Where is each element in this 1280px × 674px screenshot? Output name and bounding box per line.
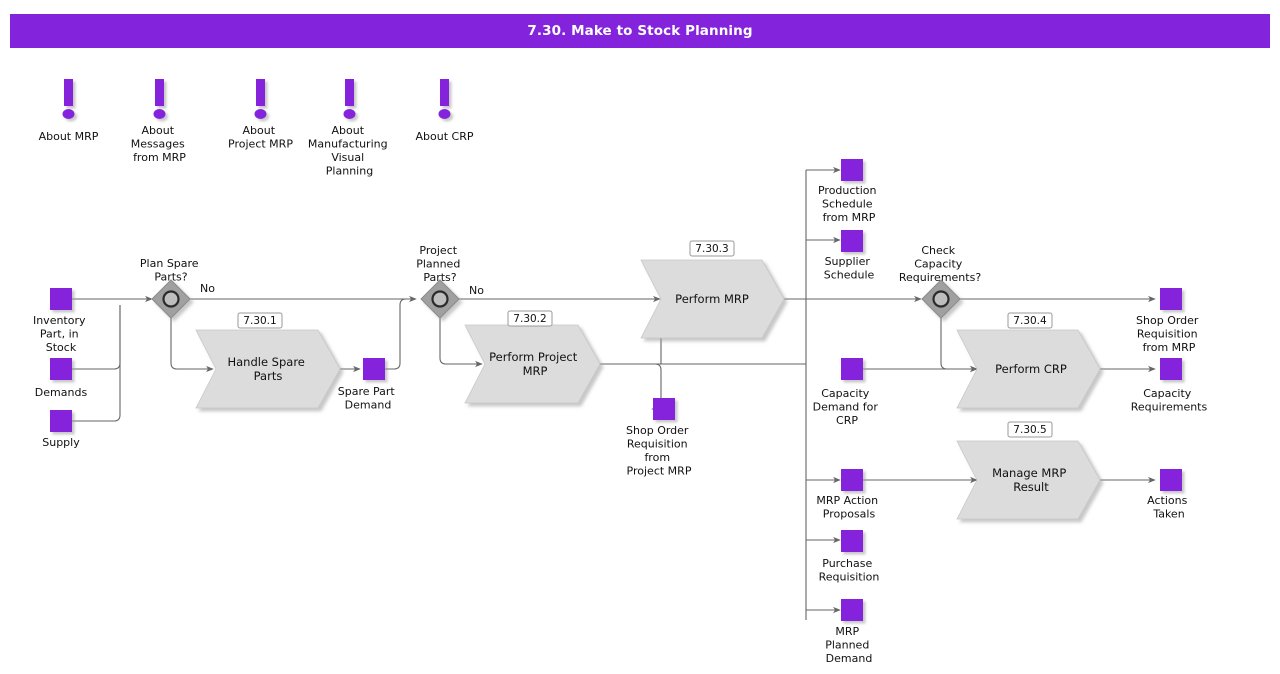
artifact-label: Production Schedule from MRP	[818, 184, 880, 224]
artifact-label: Inventory Part, in Stock	[33, 314, 89, 354]
info-link-about-manufacturing-visual-planning[interactable]: About Manufacturing Visual Planning	[308, 79, 391, 178]
artifact-label: Capacity Demand for CRP	[813, 387, 882, 427]
flowchart-canvas: About MRP About Messages from MRP About …	[33, 79, 1208, 665]
artifact-actions-taken[interactable]: Actions Taken	[1147, 469, 1191, 521]
process-number: 7.30.2	[513, 313, 546, 325]
process-number: 7.30.5	[1013, 424, 1046, 436]
decision-plan-spare-parts[interactable]: Plan Spare Parts? No	[140, 257, 215, 319]
artifact-capacity-requirements[interactable]: Capacity Requirements	[1131, 358, 1208, 414]
process-label: Perform MRP	[675, 292, 749, 306]
artifact-label: Supply	[42, 436, 80, 449]
decision-project-planned-parts[interactable]: Project Planned Parts? No	[416, 244, 484, 319]
exclamation-icon	[438, 79, 451, 119]
process-handle-spare-parts[interactable]: Handle Spare Parts 7.30.1	[195, 312, 341, 409]
info-link-about-project-mrp[interactable]: About Project MRP	[228, 79, 293, 151]
exclamation-icon	[153, 79, 166, 119]
info-link-label: About CRP	[416, 130, 474, 143]
artifact-mrp-action-proposals[interactable]: MRP Action Proposals	[816, 469, 881, 521]
process-label: Perform CRP	[995, 362, 1067, 376]
artifact-supplier-schedule[interactable]: Supplier Schedule	[824, 230, 875, 282]
process-number: 7.30.4	[1013, 315, 1047, 327]
artifact-capacity-demand-for-crp[interactable]: Capacity Demand for CRP	[813, 358, 882, 427]
info-links-row: About MRP About Messages from MRP About …	[39, 79, 474, 178]
artifact-label: Spare Part Demand	[338, 385, 398, 412]
info-link-about-mrp[interactable]: About MRP	[39, 79, 99, 143]
artifact-label: Purchase Requisition	[819, 557, 880, 584]
artifact-shop-order-requisition-from-project-mrp[interactable]: Shop Order Requisition from Project MRP	[626, 398, 692, 478]
artifact-label: Actions Taken	[1147, 494, 1191, 521]
info-link-about-crp[interactable]: About CRP	[416, 79, 474, 143]
exclamation-icon	[62, 79, 75, 119]
artifact-label: Shop Order Requisition from MRP	[1136, 314, 1202, 354]
artifact-label: MRP Action Proposals	[816, 494, 881, 521]
artifact-label: Capacity Requirements	[1131, 387, 1208, 414]
process-number: 7.30.1	[243, 315, 276, 327]
process-number-badge: 7.30.1	[237, 312, 283, 329]
final-output-artifacts: Shop Order Requisition from MRP Capacity…	[1131, 288, 1208, 521]
process-number-badge: 7.30.2	[507, 310, 553, 327]
info-link-about-messages-from-mrp[interactable]: About Messages from MRP	[131, 79, 188, 164]
decision-label: Project Planned Parts?	[416, 244, 464, 284]
process-perform-mrp[interactable]: Perform MRP 7.30.3	[640, 240, 785, 339]
process-number-badge: 7.30.4	[1007, 312, 1053, 329]
process-number-badge: 7.30.5	[1007, 421, 1053, 438]
artifact-label: Shop Order Requisition from Project MRP	[626, 424, 692, 478]
exclamation-icon	[343, 79, 356, 119]
process-number: 7.30.3	[695, 243, 728, 255]
artifact-spare-part-demand[interactable]: Spare Part Demand	[338, 358, 398, 412]
process-number-badge: 7.30.3	[689, 240, 735, 257]
info-link-label: About Project MRP	[228, 124, 293, 151]
artifact-label: MRP Planned Demand	[825, 625, 873, 665]
artifact-demands[interactable]: Demands	[35, 358, 88, 399]
decision-label: Check Capacity Requirements?	[899, 244, 981, 284]
decision-branch-label: No	[200, 282, 215, 295]
artifact-production-schedule-from-mrp[interactable]: Production Schedule from MRP	[818, 159, 880, 224]
artifact-label: Supplier Schedule	[824, 255, 875, 282]
exclamation-icon	[254, 79, 267, 119]
mrp-output-artifacts: Production Schedule from MRP Supplier Sc…	[813, 159, 882, 665]
artifact-supply[interactable]: Supply	[42, 410, 80, 449]
decision-branch-label: No	[469, 284, 484, 297]
info-link-label: About Messages from MRP	[131, 124, 188, 164]
artifact-shop-order-requisition-from-mrp[interactable]: Shop Order Requisition from MRP	[1136, 288, 1202, 354]
artifact-mrp-planned-demand[interactable]: MRP Planned Demand	[825, 599, 873, 665]
artifact-inventory-part-in-stock[interactable]: Inventory Part, in Stock	[33, 288, 89, 354]
decision-check-capacity-requirements[interactable]: Check Capacity Requirements?	[899, 244, 981, 319]
process-perform-crp[interactable]: Perform CRP 7.30.4	[956, 312, 1101, 409]
process-perform-project-mrp[interactable]: Perform Project MRP 7.30.2	[464, 310, 601, 404]
artifact-label: Demands	[35, 386, 88, 399]
diagram-page: 7.30. Make to Stock Planning About MRP A…	[0, 0, 1280, 674]
info-link-label: About Manufacturing Visual Planning	[308, 124, 391, 178]
info-link-label: About MRP	[39, 130, 99, 143]
process-manage-mrp-result[interactable]: Manage MRP Result 7.30.5	[956, 421, 1101, 520]
artifact-purchase-requisition[interactable]: Purchase Requisition	[819, 530, 880, 584]
